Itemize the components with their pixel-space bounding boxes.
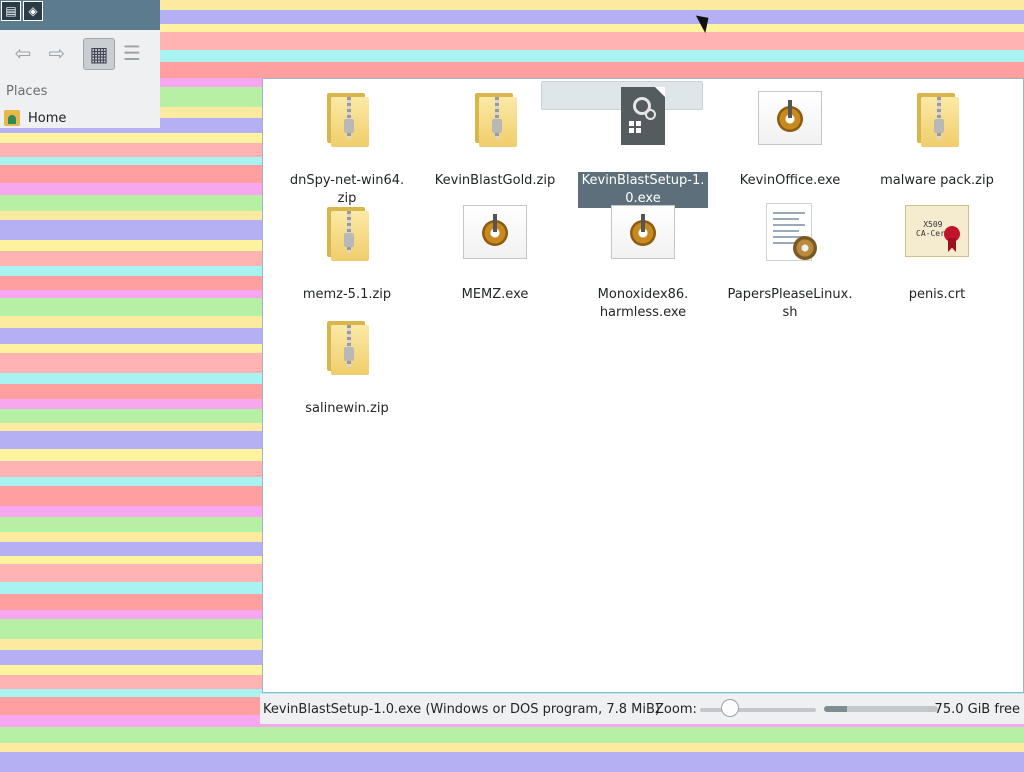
zip-archive-icon [463,87,527,151]
file-name: memz-5.1.zip [302,287,392,302]
file-item[interactable]: dnSpy-net-win64. zip [277,87,417,208]
selection-info: KevinBlastSetup-1.0.exe (Windows or DOS … [263,701,660,717]
executable-gear-icon [611,201,675,265]
file-view[interactable]: dnSpy-net-win64. zip KevinBlastGold.zip Kev… [262,78,1024,693]
home-folder-icon [4,110,20,126]
file-item[interactable]: KevinBlastGold.zip [425,87,565,190]
dolphin-window-fragment: ▤ ◈ ⇦ ⇨ ▦ ☰ Places Home [0,0,160,128]
window-menu-icon[interactable]: ▤ [1,1,21,21]
background-stripe [0,727,1024,743]
file-name: penis.crt [908,287,966,302]
sidebar-item-label: Home [28,110,67,126]
sidebar-item-home[interactable]: Home [4,108,154,128]
toolbar: ⇦ ⇨ ▦ ☰ [0,36,160,72]
forward-button[interactable]: ⇨ [42,38,72,68]
certificate-icon: X509 CA-Cert [905,201,969,265]
places-heading: Places [6,84,48,99]
file-item[interactable]: PapersPleaseLinux. sh [720,201,860,322]
arrow-right-icon: ⇨ [48,41,66,65]
file-name: KevinOffice.exe [739,173,841,188]
back-button[interactable]: ⇦ [8,38,38,68]
file-name: PapersPleaseLinux. sh [727,287,853,320]
zoom-slider[interactable] [700,708,816,712]
file-item[interactable]: memz-5.1.zip [277,201,417,304]
zip-archive-icon [315,201,379,265]
file-item[interactable]: malware pack.zip [867,87,1007,190]
zip-archive-icon [905,87,969,151]
file-name: malware pack.zip [880,173,994,188]
zoom-slider-handle[interactable] [721,699,739,717]
pin-icon[interactable]: ◈ [23,1,43,21]
status-bar: KevinBlastSetup-1.0.exe (Windows or DOS … [260,694,1024,724]
icons-view-icon: ▦ [89,42,109,66]
file-item[interactable]: MEMZ.exe [425,201,565,304]
file-item[interactable]: salinewin.zip [277,315,417,418]
file-item[interactable]: KevinBlastSetup-1. 0.exe [573,87,713,208]
arrow-left-icon: ⇦ [14,41,32,65]
zip-archive-icon [315,315,379,379]
details-view-icon: ☰ [123,41,141,65]
file-item[interactable]: Monoxidex86. harmless.exe [573,201,713,322]
background-stripe [0,743,1024,752]
windows-installer-icon [621,87,665,151]
disk-usage-bar [824,706,938,712]
shell-script-icon [758,201,822,265]
executable-gear-icon [758,87,822,151]
details-view-button[interactable]: ☰ [117,38,147,68]
executable-gear-icon [463,201,527,265]
file-name: MEMZ.exe [461,287,529,302]
zip-archive-icon [315,87,379,151]
file-item[interactable]: KevinOffice.exe [720,87,860,190]
file-item[interactable]: X509 CA-Cert penis.crt [867,201,1007,304]
free-space-label: 75.0 GiB free [934,701,1020,717]
file-name: KevinBlastGold.zip [434,173,556,188]
file-name: Monoxidex86. harmless.exe [597,287,689,320]
zoom-label: Zoom: [655,701,697,717]
file-name: salinewin.zip [305,401,389,416]
icons-view-button[interactable]: ▦ [83,38,115,70]
title-bar: ▤ ◈ [0,0,160,30]
disk-usage-fill [824,706,847,712]
background-stripe [0,752,1024,772]
